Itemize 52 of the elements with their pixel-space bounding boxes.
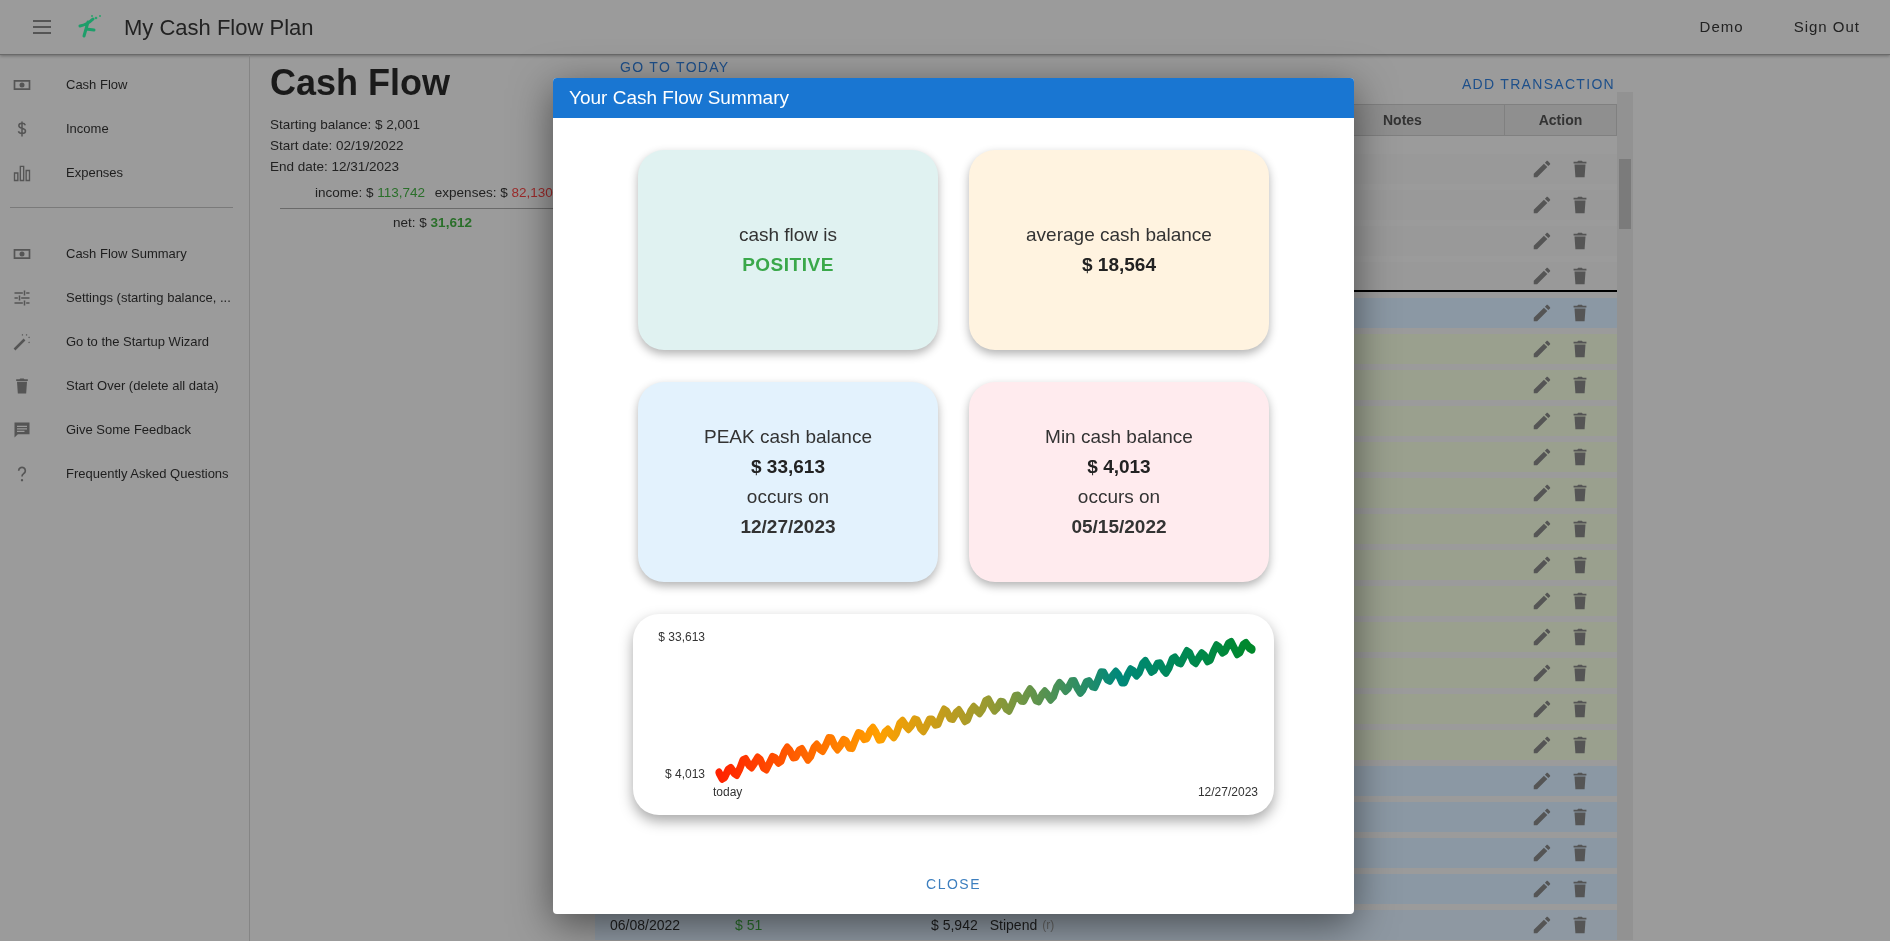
app-title: My Cash Flow Plan <box>124 13 314 42</box>
scrollbar[interactable] <box>1617 92 1633 940</box>
sliders-icon <box>12 288 32 308</box>
bar-chart-icon <box>12 163 32 183</box>
nav-link[interactable]: Demo <box>1699 15 1744 39</box>
nav-link[interactable]: Sign Out <box>1793 15 1860 39</box>
card-value: $ 33,613 <box>751 455 825 479</box>
date-cell-text: 06/08/2022 <box>609 915 682 935</box>
card-value: $ 18,564 <box>1082 253 1156 277</box>
income-amount: 113,742 <box>377 185 426 201</box>
expenses-label: expenses: $ <box>433 185 509 201</box>
card-label: average cash balance <box>1026 223 1212 247</box>
column-header: Notes <box>1352 104 1504 136</box>
card-label: occurs on <box>746 485 830 509</box>
axis-label: 12/27/2023 <box>1197 784 1258 801</box>
card-label: occurs on <box>1077 485 1161 509</box>
card-date: 05/15/2022 <box>1071 515 1167 539</box>
axis-label: $ 33,613 <box>658 629 705 646</box>
balance-cell-text: $ 5,942 <box>931 915 978 935</box>
sidebar-item[interactable]: Frequently Asked Questions <box>0 452 249 496</box>
sidebar-item[interactable]: Cash Flow <box>0 63 249 107</box>
expenses-amount: 82,130 <box>511 185 553 201</box>
page-title: Cash Flow <box>270 61 451 105</box>
net-label: net: $ <box>393 215 428 231</box>
dialog-title: Your Cash Flow Summary <box>553 78 1354 118</box>
column-header: Action <box>1504 104 1617 136</box>
card-date: 12/27/2023 <box>740 515 836 539</box>
card-value: POSITIVE <box>742 253 834 277</box>
income-label: income: $ <box>315 185 375 201</box>
card-label: PEAK cash balance <box>704 425 872 449</box>
axis-label: $ 4,013 <box>664 766 705 783</box>
axis-label: today <box>713 784 743 801</box>
card-label: cash flow is <box>738 223 838 247</box>
net-amount: 31,612 <box>430 215 472 231</box>
wand-icon <box>12 332 32 352</box>
summary-text: End date: 12/31/2023 <box>270 158 401 177</box>
notes-cell-text: Stipend <box>989 915 1038 935</box>
sidebar-item[interactable]: Settings (starting balance, ... <box>0 276 249 320</box>
close-button[interactable]: CLOSE <box>920 873 987 896</box>
sidebar-item[interactable]: Give Some Feedback <box>0 408 249 452</box>
add-transaction-button[interactable]: ADD TRANSACTION <box>1461 74 1615 92</box>
sidebar-item[interactable]: Go to the Startup Wizard <box>0 320 249 364</box>
sidebar-item[interactable]: Expenses <box>0 151 249 195</box>
sidebar-item[interactable]: Income <box>0 107 249 151</box>
summary-text: Starting balance: $ 2,001 <box>270 116 422 135</box>
card-label: Min cash balance <box>1045 425 1193 449</box>
sidebar-item[interactable]: Cash Flow Summary <box>0 232 249 276</box>
summary-text: Start date: 02/19/2022 <box>270 137 405 156</box>
chat-icon <box>12 420 32 440</box>
card-value: $ 4,013 <box>1087 455 1151 479</box>
sidebar-item[interactable]: Start Over (delete all data) <box>0 364 249 408</box>
income-cell-text: $ 51 <box>735 915 764 935</box>
